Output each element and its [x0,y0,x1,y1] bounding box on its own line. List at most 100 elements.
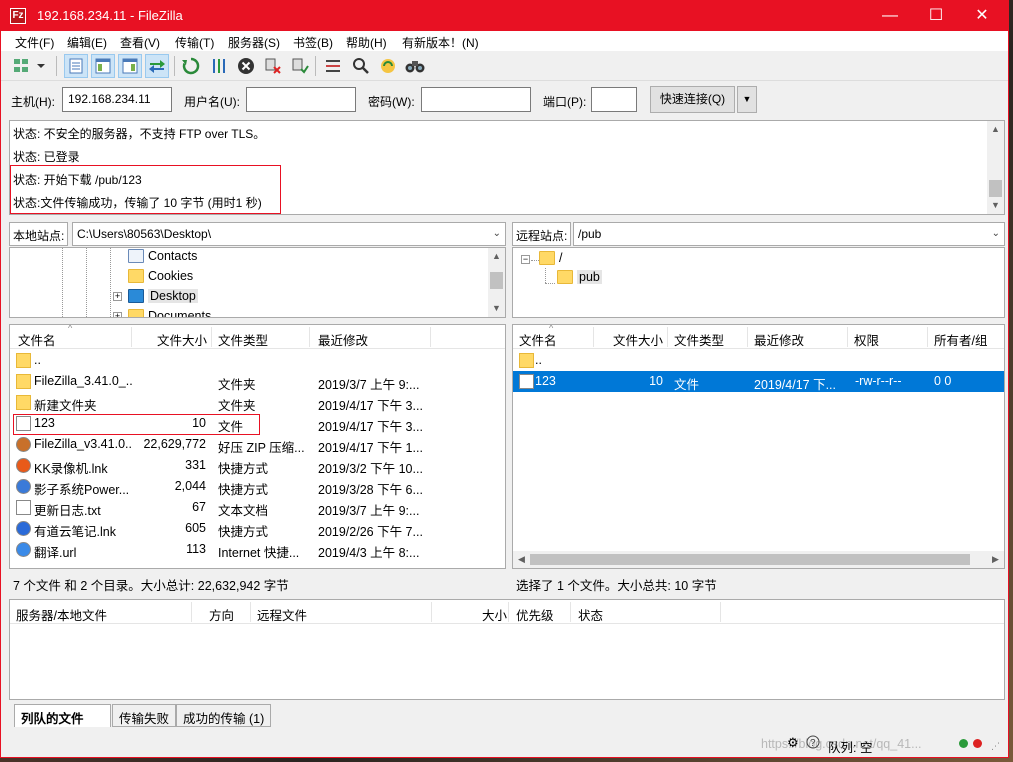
scroll-thumb[interactable] [530,554,970,565]
toggle-local-tree-button[interactable] [91,54,115,78]
col-filesize[interactable]: 文件大小 [157,330,207,349]
table-row[interactable]: 影子系统Power... 2,044 快捷方式 2019/3/28 下午 6... [10,476,505,497]
menu-help[interactable]: 帮助(H) [346,34,387,51]
password-input[interactable] [421,87,531,112]
scroll-left-icon[interactable]: ◀ [513,551,530,568]
col-status[interactable]: 状态 [578,605,603,624]
chevron-down-icon[interactable]: ⌄ [992,228,1000,239]
local-path-combo[interactable]: C:\Users\80563\Desktop\ ⌄ [72,222,506,246]
table-row[interactable]: FileZilla_v3.41.0... 22,629,772 好压 ZIP 压缩.… [10,434,505,455]
menu-transfer[interactable]: 传输(T) [175,34,214,51]
table-row[interactable]: 123 10 文件 2019/4/17 下... -rw-r--r-- 0 0 [513,371,1004,392]
menu-edit[interactable]: 编辑(E) [67,34,107,51]
remote-dir-tree[interactable]: − / pub [512,247,1005,318]
tree-node-root[interactable]: / [539,251,562,265]
col-size[interactable]: 大小 [482,605,507,624]
toggle-remote-tree-button[interactable] [118,54,142,78]
col-remote-file[interactable]: 远程文件 [257,605,307,624]
tree-node-pub[interactable]: pub [557,270,602,284]
collapse-icon[interactable]: − [521,255,530,264]
site-manager-button[interactable] [11,54,49,78]
transfer-queue[interactable]: 服务器/本地文件 方向 远程文件 大小 优先级 状态 [9,599,1005,700]
folder-icon [16,395,31,410]
toggle-log-button[interactable] [64,54,88,78]
gear-icon[interactable]: ⚙ [787,735,799,751]
menu-view[interactable]: 查看(V) [120,34,160,51]
scroll-thumb[interactable] [989,180,1002,197]
menu-bookmarks[interactable]: 书签(B) [293,34,333,51]
remote-path-combo[interactable]: /pub ⌄ [573,222,1005,246]
col-modified[interactable]: 最近修改 [318,330,368,349]
remote-tree-icon [122,58,138,74]
quickconnect-history-dropdown[interactable]: ▼ [737,86,757,113]
col-modified[interactable]: 最近修改 [754,330,804,349]
scroll-up-icon[interactable]: ▲ [987,121,1004,138]
toggle-queue-button[interactable] [145,54,169,78]
process-queue-button[interactable] [207,54,231,78]
host-input[interactable]: 192.168.234.11 [62,87,172,112]
reconnect-button[interactable] [288,54,312,78]
scroll-thumb[interactable] [490,272,503,289]
menu-file[interactable]: 文件(F) [15,34,54,51]
sync-browse-button[interactable] [376,54,400,78]
table-row[interactable]: .. [513,350,1004,371]
table-row[interactable]: .. [10,350,505,371]
tree-node-contacts[interactable]: Contacts [128,249,197,263]
expand-icon[interactable]: + [113,311,122,317]
table-row[interactable]: 有道云笔记.lnk 605 快捷方式 2019/2/26 下午 7... [10,518,505,539]
scroll-down-icon[interactable]: ▼ [987,197,1004,214]
table-row[interactable]: 新建文件夹 文件夹 2019/4/17 下午 3... [10,392,505,413]
tree-node-documents[interactable]: + Documents [113,309,211,317]
directory-filter-button[interactable] [321,54,345,78]
table-row[interactable]: FileZilla_3.41.0_... 文件夹 2019/3/7 上午 9:... [10,371,505,392]
username-input[interactable] [246,87,356,112]
resize-grip-icon[interactable]: ⋰ [991,741,1000,752]
col-filename[interactable]: 文件名 [18,330,56,349]
compare-button[interactable] [403,54,427,78]
col-server-local-file[interactable]: 服务器/本地文件 [16,605,107,624]
minimize-button[interactable]: — [867,1,913,31]
cell-size: 67 [192,500,206,514]
message-log[interactable]: 状态: 不安全的服务器，不支持 FTP over TLS。 状态: 已登录 状态… [9,120,1005,215]
col-filetype[interactable]: 文件类型 [218,330,268,349]
disconnect-button[interactable] [261,54,285,78]
remote-file-list[interactable]: 文件名 ^ 文件大小 文件类型 最近修改 权限 所有者/组 .. 123 10 文件 2… [512,324,1005,569]
close-button[interactable]: ✕ [959,1,1005,31]
url-icon [16,542,31,557]
expand-icon[interactable]: + [113,291,122,301]
log-scrollbar[interactable]: ▲ ▼ [987,121,1004,214]
scroll-right-icon[interactable]: ▶ [987,551,1004,568]
refresh-button[interactable] [179,54,203,78]
menu-server[interactable]: 服务器(S) [228,34,280,51]
col-filetype[interactable]: 文件类型 [674,330,724,349]
scroll-up-icon[interactable]: ▲ [488,248,505,265]
col-permissions[interactable]: 权限 [854,330,879,349]
tab-queued-files[interactable]: 列队的文件 [14,704,111,727]
cell-name: KK录像机.lnk [34,462,108,476]
cancel-operation-button[interactable] [234,54,258,78]
maximize-button[interactable]: ☐ [913,1,959,31]
menu-new-version[interactable]: 有新版本！(N) [402,34,479,51]
tab-successful-transfers[interactable]: 成功的传输 (1) [176,704,272,727]
cell-date: 2019/3/2 下午 10... [318,462,423,476]
col-priority[interactable]: 优先级 [516,605,554,624]
tree-node-cookies[interactable]: Cookies [128,269,193,283]
local-tree-scrollbar[interactable]: ▲ ▼ [488,248,505,317]
chevron-down-icon[interactable]: ⌄ [493,228,501,239]
local-file-list[interactable]: 文件名 ^ 文件大小 文件类型 最近修改 .. FileZilla_3.41.0_… [9,324,506,569]
local-dir-tree[interactable]: Contacts Cookies + Desktop + Documents ▲ ▼ [9,247,506,318]
port-input[interactable] [591,87,637,112]
col-owner-group[interactable]: 所有者/组 [934,330,987,349]
col-filesize[interactable]: 文件大小 [613,330,663,349]
quickconnect-button[interactable]: 快速连接(Q) [650,86,735,113]
remote-hscrollbar[interactable]: ◀ ▶ [513,551,1004,568]
table-row[interactable]: 翻译.url 113 Internet 快捷... 2019/4/3 上午 8:... [10,539,505,560]
tree-node-desktop[interactable]: + Desktop [113,289,198,303]
cell-name: 123 [535,374,556,388]
table-row[interactable]: 更新日志.txt 67 文本文档 2019/3/7 上午 9:... [10,497,505,518]
col-direction[interactable]: 方向 [209,605,234,624]
search-button[interactable] [349,54,373,78]
tab-failed-transfers[interactable]: 传输失败 [112,704,177,727]
table-row[interactable]: KK录像机.lnk 331 快捷方式 2019/3/2 下午 10... [10,455,505,476]
scroll-down-icon[interactable]: ▼ [488,300,505,317]
